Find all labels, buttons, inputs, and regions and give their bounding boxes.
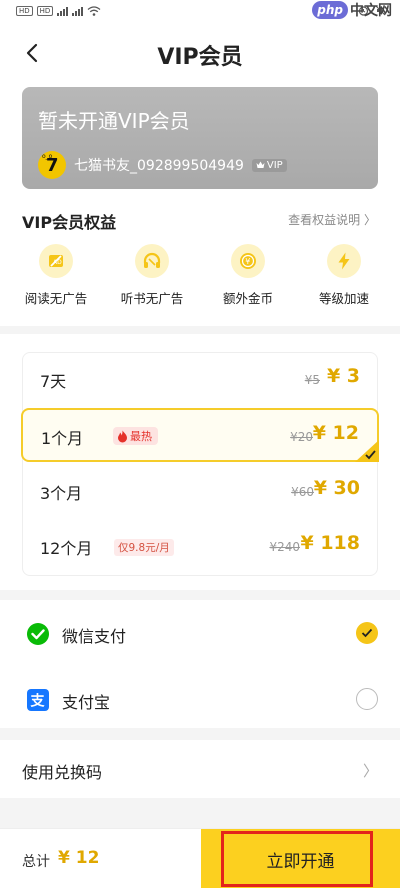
plan-1-month[interactable]: 1个月 最热 ¥20 ¥ 12 — [21, 408, 379, 462]
flame-icon — [118, 430, 127, 442]
svg-text:支: 支 — [30, 693, 46, 710]
svg-text:AD: AD — [53, 259, 62, 266]
watermark-logo: php — [312, 1, 348, 19]
plan-name: 7天 — [40, 372, 67, 391]
right-label: 等级加速 — [318, 291, 369, 306]
checkout-bar: 总计 ¥ 12 立即开通 — [0, 828, 400, 888]
watermark-text: 中文网 — [350, 3, 392, 19]
plan-old-price: ¥60 — [291, 485, 314, 499]
right-label: 额外金币 — [222, 291, 273, 306]
sim-card-icon: HD — [36, 6, 54, 16]
signal-icon — [72, 6, 84, 16]
svg-text:¥: ¥ — [245, 257, 250, 266]
rights-detail-link[interactable]: 查看权益说明 〉 — [288, 211, 376, 228]
payment-name: 支付宝 — [62, 693, 111, 712]
right-item-no-ads-listening: 听书无广告 — [104, 244, 200, 307]
username: 七猫书友_092899504949 — [74, 158, 244, 174]
status-bar: HD HD php 中文网 — [0, 0, 400, 26]
plan-3-months[interactable]: 3个月 ¥60 ¥ 30 — [22, 465, 378, 519]
chevron-right-icon: 〉 — [362, 762, 378, 780]
vip-badge-label: VIP — [266, 159, 283, 171]
crown-icon — [256, 161, 265, 168]
sim-card-icon: HD — [16, 6, 33, 16]
user-info: o_o 7 七猫书友_092899504949 VIP — [38, 151, 287, 179]
plan-price: ¥ 30 — [313, 477, 360, 499]
vip-status-card: 暂未开通VIP会员 o_o 7 七猫书友_092899504949 VIP — [22, 87, 378, 189]
page-title: VIP会员 — [157, 45, 243, 70]
plan-price: ¥ 3 — [326, 365, 360, 387]
total-label: 总计 — [22, 854, 50, 870]
payment-name: 微信支付 — [62, 627, 127, 646]
plan-old-price: ¥240 — [269, 540, 300, 554]
signal-icon — [57, 6, 69, 16]
payment-option-wechat[interactable]: 微信支付 — [0, 610, 400, 658]
page-header: VIP会员 — [0, 26, 400, 84]
radio-unselected-icon[interactable] — [356, 688, 378, 710]
avatar-seven-icon: 7 — [46, 155, 59, 176]
right-item-level-boost: 等级加速 — [296, 244, 392, 307]
wechat-pay-icon — [27, 623, 49, 645]
monthly-price-note: 仅9.8元/月 — [114, 539, 174, 556]
payment-section: 微信支付 支 支付宝 — [0, 600, 400, 728]
plan-list: 7天 ¥5 ¥ 3 1个月 最热 ¥20 ¥ 12 3个月 ¥60 ¥ 30 1… — [21, 352, 379, 576]
total-value: ¥ 12 — [58, 848, 100, 868]
avatar: o_o 7 — [38, 151, 66, 179]
plan-old-price: ¥20 — [290, 430, 313, 444]
headphones-icon — [135, 244, 169, 278]
watermark: php 中文网 — [312, 0, 392, 20]
right-label: 听书无广告 — [120, 291, 184, 306]
plan-price: ¥ 118 — [300, 532, 361, 554]
plan-name: 1个月 — [41, 429, 84, 448]
redeem-code-row[interactable]: 使用兑换码 〉 — [0, 740, 400, 798]
vip-status-text: 暂未开通VIP会员 — [38, 109, 190, 133]
buy-button[interactable]: 立即开通 — [201, 829, 400, 888]
right-item-extra-coins: ¥ 额外金币 — [200, 244, 296, 307]
plan-name: 12个月 — [40, 539, 93, 558]
highlight-box — [221, 831, 373, 887]
payment-option-alipay[interactable]: 支 支付宝 — [0, 676, 400, 724]
hot-tag-label: 最热 — [130, 430, 152, 443]
radio-selected-icon[interactable] — [356, 622, 378, 644]
plan-old-price: ¥5 — [304, 373, 320, 387]
lightning-icon — [327, 244, 361, 278]
rights-title: VIP会员权益 — [22, 213, 117, 232]
plan-price: ¥ 12 — [312, 422, 359, 444]
alipay-icon: 支 — [27, 689, 49, 711]
selected-check-icon — [355, 440, 379, 462]
plan-12-months[interactable]: 12个月 仅9.8元/月 ¥240 ¥ 118 — [22, 520, 378, 574]
right-label: 阅读无广告 — [24, 291, 88, 306]
hot-tag: 最热 — [113, 427, 158, 445]
plan-7-days[interactable]: 7天 ¥5 ¥ 3 — [22, 353, 378, 407]
no-ads-book-icon: AD — [39, 244, 73, 278]
rights-list: AD 阅读无广告 听书无广告 ¥ 额外金币 等级加速 — [8, 244, 392, 307]
wifi-icon — [87, 6, 101, 16]
status-left: HD HD — [16, 6, 101, 16]
right-item-no-ads-reading: AD 阅读无广告 — [8, 244, 104, 307]
plan-name: 3个月 — [40, 484, 83, 503]
vip-badge: VIP — [251, 158, 287, 172]
redeem-label: 使用兑换码 — [22, 763, 103, 782]
coin-icon: ¥ — [231, 244, 265, 278]
